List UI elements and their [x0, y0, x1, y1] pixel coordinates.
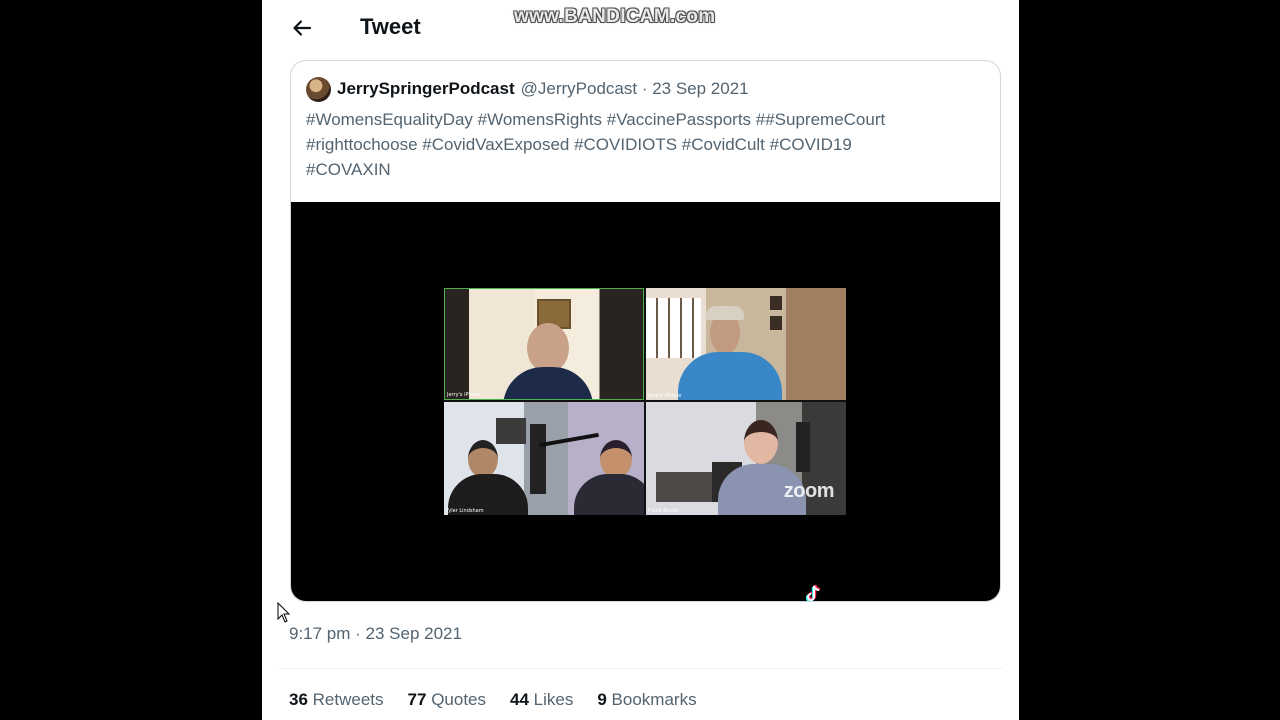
arrow-left-icon [293, 20, 312, 36]
author-name[interactable]: JerrySpringerPodcast [337, 79, 515, 99]
tile-label: Frank Broski [648, 508, 679, 514]
stat-label: Bookmarks [611, 690, 697, 709]
video-tile: Jerry's iPhone [444, 288, 644, 400]
quote-author: JerrySpringerPodcast @JerryPodcast · 23 … [306, 75, 749, 103]
back-button[interactable] [286, 12, 318, 44]
stat-label: Retweets [312, 690, 384, 709]
stat-label: Likes [533, 690, 574, 709]
likes-stat[interactable]: 44 Likes [510, 690, 573, 710]
tweet-timestamp[interactable]: 9:17 pm · 23 Sep 2021 [289, 624, 462, 644]
quote-text-line[interactable]: #righttochoose #CovidVaxExposed #COVIDIO… [306, 132, 991, 157]
divider [278, 668, 1003, 669]
quote-text-line[interactable]: #WomensEqualityDay #WomensRights #Vaccin… [306, 107, 991, 132]
video-tile: zoom Frank Broski [646, 402, 846, 515]
tiktok-icon [805, 584, 821, 601]
quote-text-line[interactable]: #COVAXIN [306, 157, 991, 182]
header: Tweet www.BANDICAM.com [262, 0, 1019, 54]
watermark: www.BANDICAM.com [514, 6, 716, 27]
zoom-call-grid: Jerry's iPhone Jene's iPhone Tyler Linds… [444, 288, 846, 515]
page-title: Tweet [360, 14, 421, 39]
quote-text: #WomensEqualityDay #WomensRights #Vaccin… [306, 107, 991, 182]
tile-label: Jerry's iPhone [447, 392, 481, 398]
mouse-cursor-icon [277, 602, 291, 623]
tile-label: Tyler Lindsham [446, 508, 484, 514]
quotes-stat[interactable]: 77 Quotes [408, 690, 486, 710]
video-tile: Jene's iPhone [646, 288, 846, 400]
stat-count: 44 [510, 690, 529, 709]
tile-label: Jene's iPhone [648, 393, 682, 399]
retweets-stat[interactable]: 36 Retweets [289, 690, 384, 710]
zoom-logo: zoom [783, 480, 835, 502]
stat-count: 36 [289, 690, 308, 709]
stat-count: 77 [407, 690, 427, 709]
tweet-page: Tweet www.BANDICAM.com JerrySpringerPodc… [262, 0, 1019, 720]
stat-label: Quotes [431, 690, 486, 709]
quoted-tweet[interactable]: JerrySpringerPodcast @JerryPodcast · 23 … [290, 60, 1001, 602]
avatar[interactable] [306, 76, 331, 102]
video-tile: Tyler Lindsham [444, 402, 644, 515]
author-handle-date: @JerryPodcast · 23 Sep 2021 [520, 79, 749, 98]
bookmarks-stat[interactable]: 9 Bookmarks [597, 690, 696, 710]
video-media[interactable]: Jerry's iPhone Jene's iPhone Tyler Linds… [291, 202, 1000, 601]
tweet-stats: 36 Retweets 77 Quotes 44 Likes 9 Bookmar… [289, 690, 721, 710]
stat-count: 9 [597, 690, 607, 709]
